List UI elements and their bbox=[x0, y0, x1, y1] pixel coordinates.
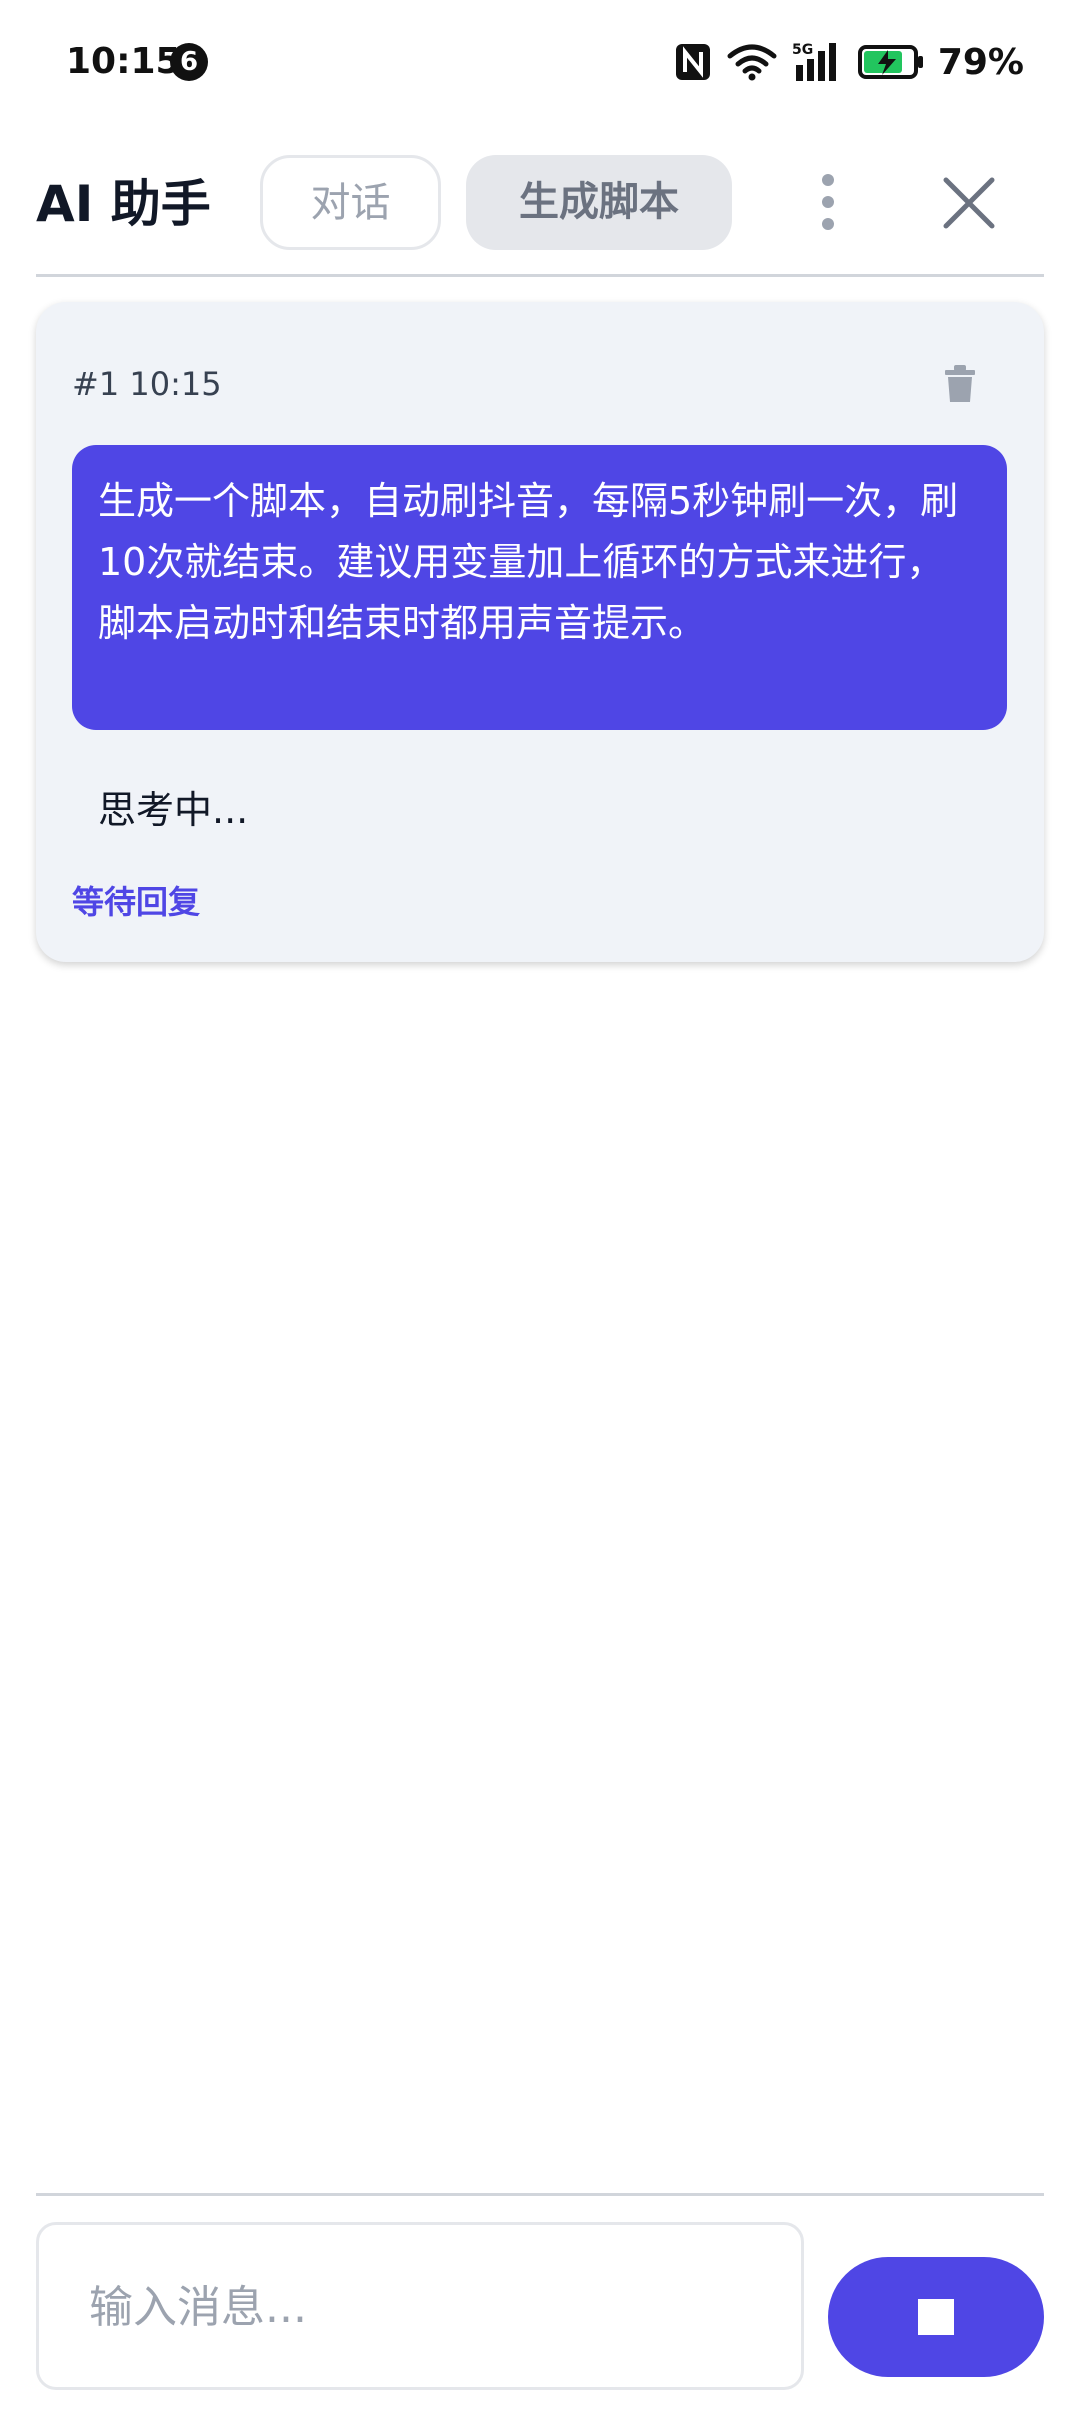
svg-text:5G: 5G bbox=[792, 42, 813, 58]
notification-count-badge: 6 bbox=[170, 43, 208, 81]
header-divider bbox=[36, 274, 1044, 277]
page-title: AI 助手 bbox=[36, 175, 211, 233]
trash-icon[interactable] bbox=[942, 364, 978, 404]
tab-chat[interactable]: 对话 bbox=[260, 155, 441, 250]
user-message-bubble: 生成一个脚本，自动刷抖音，每隔5秒钟刷一次，刷10次就结束。建议用变量加上循环的… bbox=[72, 445, 1007, 730]
message-input[interactable] bbox=[87, 2225, 791, 2389]
more-options-icon[interactable] bbox=[800, 170, 856, 234]
stop-icon bbox=[918, 2299, 954, 2335]
conversation-card: #1 10:15 生成一个脚本，自动刷抖音，每隔5秒钟刷一次，刷10次就结束。建… bbox=[36, 302, 1044, 962]
status-icons: 5G 79% bbox=[674, 36, 1024, 88]
signal-5g-icon: 5G bbox=[792, 42, 836, 81]
tab-generate-script[interactable]: 生成脚本 bbox=[466, 155, 732, 250]
message-meta: #1 10:15 bbox=[72, 365, 222, 403]
status-bar: 10:15 6 5G 79% bbox=[0, 0, 1080, 125]
composer-divider bbox=[36, 2193, 1044, 2196]
message-input-container bbox=[36, 2222, 804, 2390]
nfc-icon bbox=[675, 44, 710, 80]
assistant-thinking-text: 思考中... bbox=[98, 788, 249, 832]
close-icon[interactable] bbox=[938, 172, 1000, 234]
status-time: 10:15 bbox=[66, 41, 181, 82]
wifi-icon bbox=[727, 44, 777, 81]
stop-button[interactable] bbox=[828, 2257, 1044, 2377]
battery-charging-icon bbox=[857, 45, 923, 79]
waiting-status-label: 等待回复 bbox=[72, 883, 201, 921]
battery-percent: 79% bbox=[937, 41, 1024, 83]
